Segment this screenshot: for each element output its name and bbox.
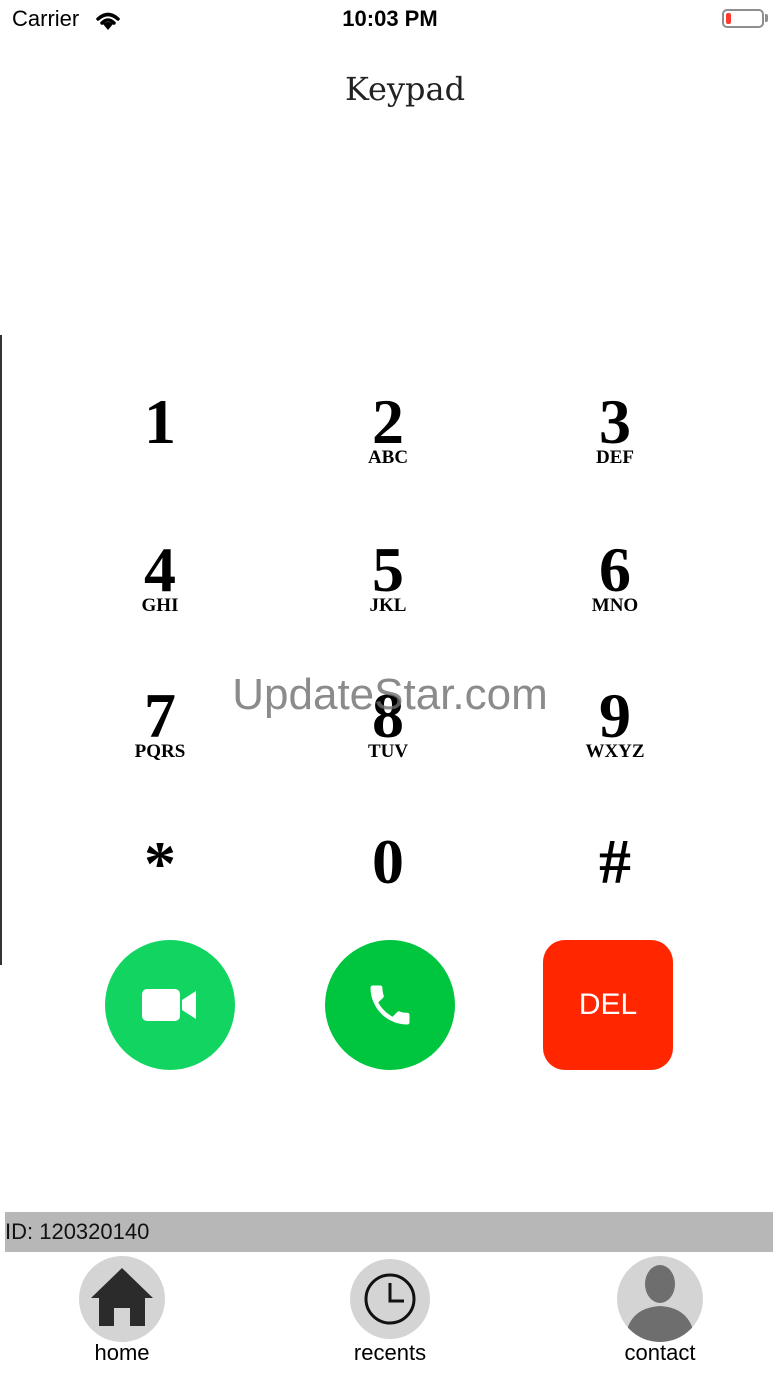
key-digit: 4 bbox=[144, 534, 176, 605]
key-9[interactable]: 9 WXYZ bbox=[535, 680, 695, 796]
delete-button[interactable]: DEL bbox=[543, 940, 673, 1070]
key-hash[interactable]: # bbox=[535, 826, 695, 942]
video-call-button[interactable] bbox=[105, 940, 235, 1070]
key-digit: 6 bbox=[599, 534, 631, 605]
tab-contact[interactable]: contact bbox=[580, 1256, 740, 1366]
user-id-label: ID: 120320140 bbox=[5, 1219, 150, 1244]
key-letters: TUV bbox=[367, 741, 409, 762]
key-0[interactable]: 0 bbox=[308, 826, 468, 942]
clock-icon bbox=[350, 1259, 430, 1339]
key-digit: 7 bbox=[144, 680, 176, 751]
key-letters: GHI bbox=[141, 595, 179, 616]
key-5[interactable]: 5 JKL bbox=[308, 534, 468, 650]
tab-home-label: home bbox=[94, 1340, 150, 1365]
key-digit: * bbox=[144, 828, 176, 899]
key-letters: MNO bbox=[591, 595, 639, 616]
key-letters: ABC bbox=[367, 447, 409, 468]
key-7[interactable]: 7 PQRS bbox=[80, 680, 240, 796]
key-letters: PQRS bbox=[134, 741, 186, 762]
id-bar: ID: 120320140 bbox=[5, 1212, 773, 1252]
tab-home[interactable]: home bbox=[42, 1256, 202, 1366]
page-title: Keypad bbox=[344, 70, 466, 108]
key-4[interactable]: 4 GHI bbox=[80, 534, 240, 650]
key-letters: WXYZ bbox=[585, 741, 645, 762]
person-icon bbox=[617, 1256, 703, 1342]
left-edge-line bbox=[0, 335, 2, 965]
key-3[interactable]: 3 DEF bbox=[535, 386, 695, 502]
key-2[interactable]: 2 ABC bbox=[308, 386, 468, 502]
tab-contact-label: contact bbox=[624, 1340, 696, 1365]
tab-recents-label: recents bbox=[353, 1340, 427, 1365]
home-icon bbox=[79, 1256, 165, 1342]
battery-icon bbox=[722, 9, 764, 28]
key-letters: JKL bbox=[369, 595, 407, 616]
key-digit: # bbox=[599, 826, 631, 897]
key-8[interactable]: 8 TUV bbox=[308, 680, 468, 796]
key-1[interactable]: 1 bbox=[80, 386, 240, 502]
status-time: 10:03 PM bbox=[342, 6, 438, 31]
key-star[interactable]: * bbox=[80, 828, 240, 944]
key-digit: 3 bbox=[599, 386, 631, 457]
key-6[interactable]: 6 MNO bbox=[535, 534, 695, 650]
key-digit: 5 bbox=[372, 534, 404, 605]
tab-recents[interactable]: recents bbox=[310, 1256, 470, 1366]
key-letters: DEF bbox=[596, 447, 634, 468]
key-digit: 8 bbox=[372, 680, 404, 751]
voice-call-button[interactable] bbox=[325, 940, 455, 1070]
key-digit: 2 bbox=[372, 386, 404, 457]
key-digit: 9 bbox=[599, 680, 631, 751]
phone-icon bbox=[370, 985, 410, 1025]
key-digit: 1 bbox=[144, 386, 176, 457]
battery-nub bbox=[765, 14, 768, 22]
key-digit: 0 bbox=[372, 826, 404, 897]
video-camera-icon bbox=[142, 989, 196, 1021]
